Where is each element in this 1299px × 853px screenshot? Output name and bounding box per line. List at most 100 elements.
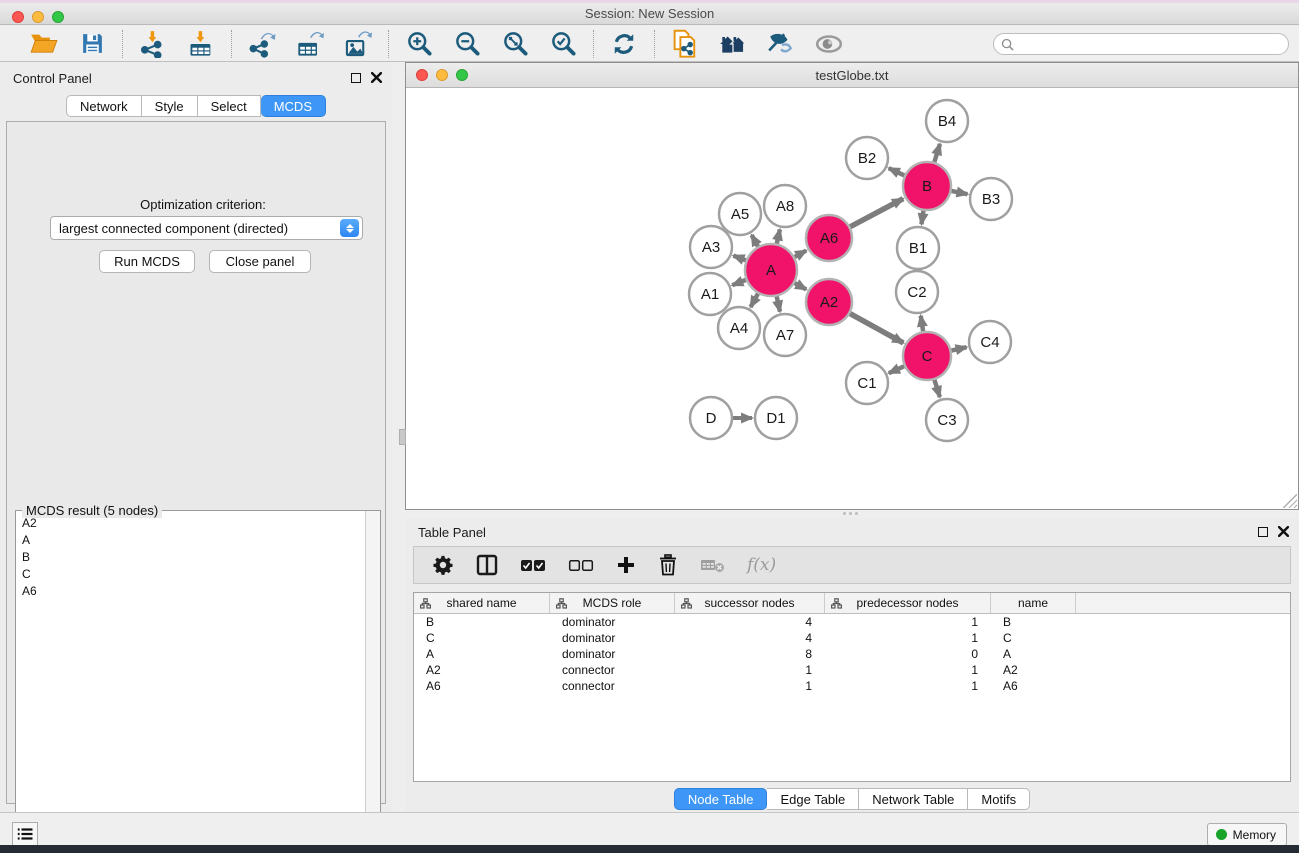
horizontal-splitter-handle[interactable]	[843, 512, 859, 516]
network-minimize-icon[interactable]	[436, 69, 448, 81]
mcds-result-item[interactable]: A	[17, 532, 365, 549]
task-list-icon[interactable]	[12, 822, 38, 846]
table-cell[interactable]: 0	[825, 646, 991, 662]
network-close-icon[interactable]	[416, 69, 428, 81]
network-window-titlebar[interactable]: testGlobe.txt	[406, 63, 1298, 88]
edge-B-B4[interactable]	[934, 144, 940, 162]
table-cell[interactable]: connector	[550, 678, 675, 694]
table-settings-icon[interactable]	[432, 551, 454, 579]
network-graph-canvas[interactable]: B4B2BB3A8A5A6A3B1AC2A1A2A4A7C4CC1C3DD1	[406, 89, 1298, 509]
table-cell[interactable]: 1	[675, 662, 825, 678]
delete-column-icon[interactable]	[658, 551, 678, 579]
mcds-result-item[interactable]: B	[17, 549, 365, 566]
table-cell[interactable]: connector	[550, 662, 675, 678]
edge-C-C1[interactable]	[889, 366, 904, 373]
import-table-icon[interactable]	[185, 29, 217, 59]
table-row[interactable]: A6connector11A6	[414, 678, 1290, 694]
table-cell[interactable]: dominator	[550, 646, 675, 662]
column-header-predecessor-nodes[interactable]: predecessor nodes	[825, 593, 991, 613]
home-icon[interactable]	[717, 29, 749, 59]
minimize-window-icon[interactable]	[32, 11, 44, 23]
run-mcds-button[interactable]: Run MCDS	[99, 250, 195, 273]
zoom-out-icon[interactable]	[451, 29, 483, 59]
table-cell[interactable]: A2	[991, 662, 1076, 678]
optimization-criterion-select[interactable]: largest connected component (directed)	[50, 216, 363, 240]
mcds-list-scrollbar[interactable]	[365, 511, 380, 848]
close-panel-button[interactable]: Close panel	[209, 250, 311, 273]
zoom-selected-icon[interactable]	[547, 29, 579, 59]
mcds-result-item[interactable]: A2	[17, 515, 365, 532]
zoom-in-icon[interactable]	[403, 29, 435, 59]
memory-button[interactable]: Memory	[1207, 823, 1287, 846]
tab-style[interactable]: Style	[142, 95, 198, 117]
edge-B-B3[interactable]	[951, 191, 967, 194]
delete-table-icon[interactable]	[700, 551, 725, 579]
splitter-handle[interactable]	[399, 429, 406, 445]
duplicate-network-icon[interactable]	[669, 29, 701, 59]
show-columns-icon[interactable]	[476, 551, 498, 579]
show-hide-icon[interactable]	[813, 29, 845, 59]
tab-motifs[interactable]: Motifs	[968, 788, 1030, 810]
mcds-result-item[interactable]: C	[17, 566, 365, 583]
edge-A-A7[interactable]	[777, 296, 780, 311]
node-table[interactable]: shared nameMCDS rolesuccessor nodesprede…	[413, 592, 1291, 782]
edge-C-C3[interactable]	[934, 380, 939, 397]
close-window-icon[interactable]	[12, 11, 24, 23]
add-column-icon[interactable]	[616, 551, 636, 579]
column-header-MCDS-role[interactable]: MCDS role	[550, 593, 675, 613]
tab-network-table[interactable]: Network Table	[859, 788, 968, 810]
tab-edge-table[interactable]: Edge Table	[767, 788, 859, 810]
edge-B-B1[interactable]	[921, 211, 923, 225]
edge-A-A4[interactable]	[751, 294, 758, 307]
column-header-shared-name[interactable]: shared name	[414, 593, 550, 613]
edge-C-C4[interactable]	[951, 347, 966, 350]
edge-A6-B[interactable]	[850, 199, 903, 227]
zoom-fit-icon[interactable]	[499, 29, 531, 59]
maximize-window-icon[interactable]	[52, 11, 64, 23]
table-cell[interactable]: dominator	[550, 614, 675, 630]
edge-A-A6[interactable]	[795, 251, 807, 257]
tab-node-table[interactable]: Node Table	[674, 788, 768, 810]
refresh-layout-icon[interactable]	[608, 29, 640, 59]
edge-A-A1[interactable]	[732, 280, 746, 285]
table-cell[interactable]: 1	[825, 662, 991, 678]
table-close-panel-icon[interactable]	[1278, 526, 1289, 537]
table-row[interactable]: A2connector11A2	[414, 662, 1290, 678]
save-session-icon[interactable]	[76, 29, 108, 59]
table-cell[interactable]: 4	[675, 614, 825, 630]
table-cell[interactable]: 1	[825, 630, 991, 646]
select-all-icon[interactable]	[520, 551, 546, 579]
tab-mcds[interactable]: MCDS	[261, 95, 326, 117]
table-cell[interactable]: A	[991, 646, 1076, 662]
table-cell[interactable]: 1	[825, 678, 991, 694]
table-cell[interactable]: A6	[414, 678, 550, 694]
network-maximize-icon[interactable]	[456, 69, 468, 81]
column-header-successor-nodes[interactable]: successor nodes	[675, 593, 825, 613]
edge-A-A2[interactable]	[795, 283, 807, 289]
edge-A-A3[interactable]	[733, 256, 745, 261]
export-network-icon[interactable]	[246, 29, 278, 59]
style-icon[interactable]	[765, 29, 797, 59]
edge-A-A8[interactable]	[777, 229, 780, 243]
table-cell[interactable]: A	[414, 646, 550, 662]
search-input[interactable]	[993, 33, 1289, 55]
edge-C-C2[interactable]	[921, 316, 923, 332]
table-row[interactable]: Adominator80A	[414, 646, 1290, 662]
table-cell[interactable]: 8	[675, 646, 825, 662]
edge-B-B2[interactable]	[889, 168, 905, 175]
float-panel-icon[interactable]	[351, 73, 361, 83]
table-cell[interactable]: B	[414, 614, 550, 630]
export-image-icon[interactable]	[342, 29, 374, 59]
export-table-icon[interactable]	[294, 29, 326, 59]
table-cell[interactable]: A2	[414, 662, 550, 678]
table-row[interactable]: Bdominator41B	[414, 614, 1290, 630]
table-cell[interactable]: C	[991, 630, 1076, 646]
column-header-name[interactable]: name	[991, 593, 1076, 613]
table-cell[interactable]: 1	[825, 614, 991, 630]
table-cell[interactable]: 4	[675, 630, 825, 646]
deselect-all-icon[interactable]	[568, 551, 594, 579]
edge-A-A5[interactable]	[752, 235, 758, 246]
tab-select[interactable]: Select	[198, 95, 261, 117]
table-cell[interactable]: B	[991, 614, 1076, 630]
table-cell[interactable]: A6	[991, 678, 1076, 694]
